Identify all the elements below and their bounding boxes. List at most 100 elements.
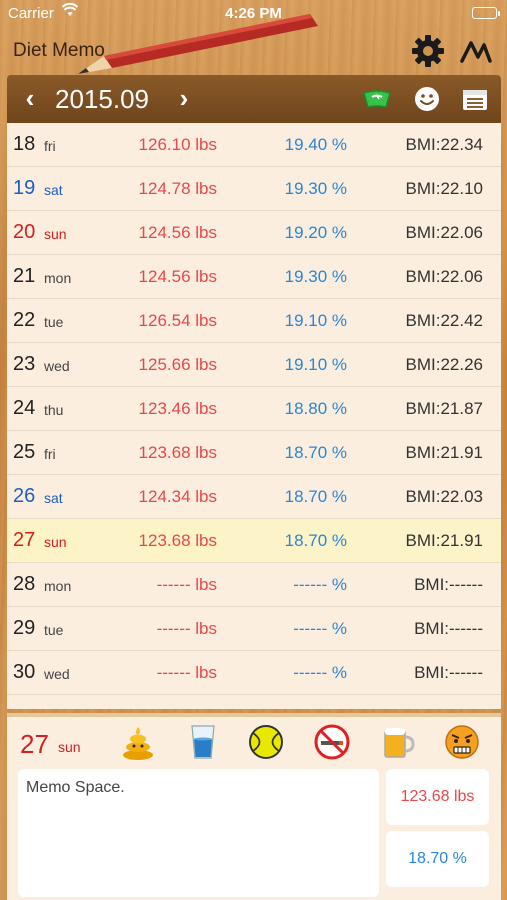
row-weight: ------ lbs xyxy=(156,619,217,638)
tennis-ball-icon[interactable] xyxy=(247,723,285,761)
row-weight: 126.10 lbs xyxy=(138,135,217,154)
day-detail-panel: 27 sun Memo Space. 123.68 lbs 18.70 % xyxy=(7,713,501,900)
next-month-button[interactable]: › xyxy=(171,83,197,114)
gear-icon[interactable] xyxy=(410,33,446,69)
record-row[interactable]: 23 wed 125.66 lbs 19.10 % BMI:22.26 xyxy=(7,343,501,387)
row-bmi: BMI:21.91 xyxy=(405,531,484,550)
row-weekday: thu xyxy=(44,402,64,418)
month-label: 2015.09 xyxy=(55,84,149,114)
row-weight: 123.68 lbs xyxy=(138,531,217,550)
row-body-fat: ------ % xyxy=(293,575,347,594)
row-weight: 126.54 lbs xyxy=(138,311,217,330)
row-weight: ------ lbs xyxy=(156,663,217,682)
beer-mug-icon[interactable] xyxy=(379,723,417,761)
row-bmi: BMI:22.34 xyxy=(405,135,484,154)
row-bmi: BMI:22.26 xyxy=(405,355,484,374)
row-day: 19 xyxy=(13,177,36,199)
poop-icon[interactable] xyxy=(119,723,157,761)
row-day: 21 xyxy=(13,265,36,287)
angry-face-icon[interactable] xyxy=(443,723,481,761)
row-body-fat: 19.20 % xyxy=(284,223,347,242)
row-weight: 125.66 lbs xyxy=(138,355,217,374)
row-weekday: fri xyxy=(44,138,56,154)
row-weight: 124.56 lbs xyxy=(138,267,217,286)
row-day: 24 xyxy=(13,397,36,419)
row-bmi: BMI:------ xyxy=(414,575,483,594)
row-weight: 124.78 lbs xyxy=(138,179,217,198)
detail-body-fat-field[interactable]: 18.70 % xyxy=(386,831,489,887)
row-body-fat: 18.70 % xyxy=(284,531,347,550)
row-bmi: BMI:22.06 xyxy=(405,223,484,242)
row-bmi: BMI:22.03 xyxy=(405,487,484,506)
record-row[interactable]: 19 sat 124.78 lbs 19.30 % BMI:22.10 xyxy=(7,167,501,211)
row-weekday: sat xyxy=(44,490,63,506)
row-bmi: BMI:21.91 xyxy=(405,443,484,462)
row-weight: 123.68 lbs xyxy=(138,443,217,462)
detail-day: 27 xyxy=(20,729,49,759)
row-day: 22 xyxy=(13,309,36,331)
record-row[interactable]: 29 tue ------ lbs ------ % BMI:------ xyxy=(7,607,501,651)
record-row[interactable]: 24 thu 123.46 lbs 18.80 % BMI:21.87 xyxy=(7,387,501,431)
graph-icon[interactable] xyxy=(458,33,494,69)
water-glass-icon[interactable] xyxy=(184,723,222,761)
row-body-fat: 18.70 % xyxy=(284,487,347,506)
record-row-selected[interactable]: 27 sun 123.68 lbs 18.70 % BMI:21.91 xyxy=(7,519,501,563)
record-row[interactable]: 25 fri 123.68 lbs 18.70 % BMI:21.91 xyxy=(7,431,501,475)
row-body-fat: ------ % xyxy=(293,619,347,638)
row-body-fat: 19.40 % xyxy=(284,135,347,154)
daily-record-list[interactable]: 18 fri 126.10 lbs 19.40 % BMI:22.34 19 s… xyxy=(7,123,501,709)
detail-weekday: sun xyxy=(58,739,81,755)
memo-field[interactable]: Memo Space. xyxy=(18,769,379,897)
no-smoking-icon[interactable] xyxy=(313,723,351,761)
row-weekday: wed xyxy=(44,358,70,374)
row-bmi: BMI:------ xyxy=(414,619,483,638)
row-body-fat: 19.10 % xyxy=(284,311,347,330)
row-day: 26 xyxy=(13,485,36,507)
row-weekday: mon xyxy=(44,270,72,286)
row-day: 25 xyxy=(13,441,36,463)
row-body-fat: 18.80 % xyxy=(284,399,347,418)
record-row[interactable]: 22 tue 126.54 lbs 19.10 % BMI:22.42 xyxy=(7,299,501,343)
app-title: Diet Memo xyxy=(13,40,105,61)
row-weekday: sun xyxy=(44,534,67,550)
record-row[interactable]: 28 mon ------ lbs ------ % BMI:------ xyxy=(7,563,501,607)
row-bmi: BMI:------ xyxy=(414,663,483,682)
row-weight: 123.46 lbs xyxy=(138,399,217,418)
row-body-fat: 19.30 % xyxy=(284,179,347,198)
row-weekday: mon xyxy=(44,578,72,594)
row-weekday: sat xyxy=(44,182,63,198)
row-bmi: BMI:21.87 xyxy=(405,399,484,418)
prev-month-button[interactable]: ‹ xyxy=(17,83,43,114)
row-weight: 124.34 lbs xyxy=(138,487,217,506)
scale-icon[interactable] xyxy=(362,85,392,113)
record-row[interactable]: 20 sun 124.56 lbs 19.20 % BMI:22.06 xyxy=(7,211,501,255)
row-weekday: sun xyxy=(44,226,67,242)
record-row[interactable]: 30 wed ------ lbs ------ % BMI:------ xyxy=(7,651,501,695)
row-weekday: wed xyxy=(44,666,70,682)
detail-weight-field[interactable]: 123.68 lbs xyxy=(386,769,489,825)
status-bar: Carrier 4:26 PM xyxy=(0,0,507,28)
battery-icon xyxy=(472,7,500,19)
row-body-fat: ------ % xyxy=(293,663,347,682)
row-body-fat: 19.10 % xyxy=(284,355,347,374)
record-row[interactable]: 26 sat 124.34 lbs 18.70 % BMI:22.03 xyxy=(7,475,501,519)
row-day: 28 xyxy=(13,573,36,595)
row-day: 29 xyxy=(13,617,36,639)
record-row[interactable]: 18 fri 126.10 lbs 19.40 % BMI:22.34 xyxy=(7,123,501,167)
row-day: 18 xyxy=(13,133,36,155)
smile-icon[interactable] xyxy=(413,85,443,113)
row-day: 20 xyxy=(13,221,36,243)
row-weekday: tue xyxy=(44,314,64,330)
calendar-icon[interactable] xyxy=(461,85,491,113)
row-weekday: fri xyxy=(44,446,56,462)
row-weight: 124.56 lbs xyxy=(138,223,217,242)
row-body-fat: 19.30 % xyxy=(284,267,347,286)
row-weekday: tue xyxy=(44,622,64,638)
row-day: 27 xyxy=(13,529,36,551)
record-row[interactable]: 21 mon 124.56 lbs 19.30 % BMI:22.06 xyxy=(7,255,501,299)
clock: 4:26 PM xyxy=(225,5,282,22)
row-weight: ------ lbs xyxy=(156,575,217,594)
row-bmi: BMI:22.06 xyxy=(405,267,484,286)
row-day: 30 xyxy=(13,661,36,683)
row-body-fat: 18.70 % xyxy=(284,443,347,462)
